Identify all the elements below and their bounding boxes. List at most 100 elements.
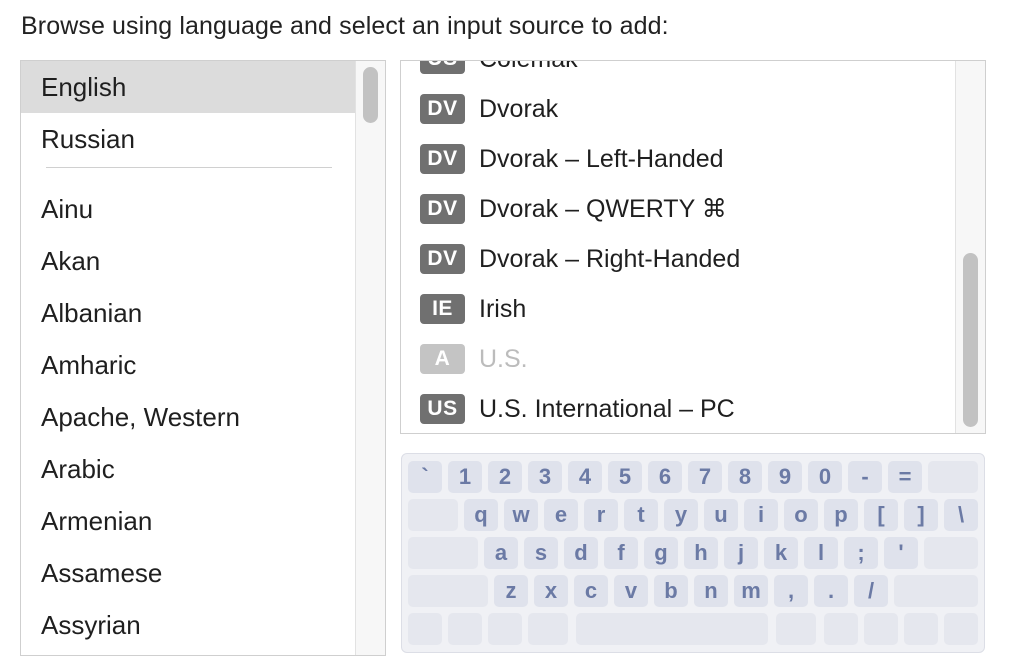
language-item-ainu[interactable]: Ainu [21,183,356,235]
keyboard-key: . [814,575,848,607]
keyboard-modifier-key [904,613,938,645]
keyboard-modifier-key [576,613,768,645]
keyboard-key: 2 [488,461,522,493]
keyboard-key: 0 [808,461,842,493]
keyboard-key: \ [944,499,978,531]
keyboard-modifier-key [528,613,568,645]
keyboard-key: j [724,537,758,569]
keyboard-key: , [774,575,808,607]
input-source-badge-icon: A [420,344,465,374]
keyboard-key: = [888,461,922,493]
keyboard-modifier-key [894,575,978,607]
keyboard-modifier-key [864,613,898,645]
input-source-list[interactable]: USColemakDVDvorakDVDvorak – Left-HandedD… [401,61,956,433]
keyboard-modifier-key [824,613,858,645]
input-source-label: Dvorak – Left-Handed [479,144,724,173]
keyboard-preview: ` 1 2 3 4 5 6 7 8 9 0- = q w e r t y u i o p[] \ a s d f g h j k l; ' z x c… [401,453,985,653]
input-source-badge-icon: DV [420,144,465,174]
keyboard-modifier-key [924,537,978,569]
language-list-panel[interactable]: English Russian Ainu Akan Albanian Amharic Apa… [20,60,386,656]
input-source-badge-icon: US [420,61,465,74]
input-source-badge-icon: DV [420,244,465,274]
keyboard-key: t [624,499,658,531]
language-item-albanian[interactable]: Albanian [21,287,356,339]
input-source-item[interactable]: US Colemak [401,61,956,84]
language-scroll-thumb[interactable] [363,67,378,123]
keyboard-key: / [854,575,888,607]
keyboard-key: 6 [648,461,682,493]
keyboard-key: k [764,537,798,569]
input-source-item[interactable]: DV Dvorak – Right-Handed [401,234,956,284]
input-source-item[interactable]: DV Dvorak [401,84,956,134]
input-source-label: Irish [479,294,527,323]
language-item-akan[interactable]: Akan [21,235,356,287]
language-item-arabic[interactable]: Arabic [21,443,356,495]
keyboard-modifier-key [408,499,458,531]
keyboard-key: ; [844,537,878,569]
input-source-badge-icon: DV [420,194,465,224]
keyboard-key: ' [884,537,918,569]
keyboard-key: c [574,575,608,607]
keyboard-key: u [704,499,738,531]
language-item-assyrian[interactable]: Assyrian [21,599,356,651]
keyboard-modifier-key [776,613,816,645]
keyboard-key: r [584,499,618,531]
input-source-list-panel[interactable]: USColemakDVDvorakDVDvorak – Left-HandedD… [400,60,986,434]
keyboard-key: p [824,499,858,531]
input-source-item[interactable]: DV Dvorak – Left-Handed [401,134,956,184]
keyboard-key: z [494,575,528,607]
language-separator [21,165,356,183]
input-source-label: U.S. [479,344,528,373]
language-item-apache-western[interactable]: Apache, Western [21,391,356,443]
keyboard-key: 4 [568,461,602,493]
keyboard-modifier-key [928,461,978,493]
input-source-badge-icon: IE [420,294,465,324]
input-source-badge-icon: US [420,394,465,424]
keyboard-key: w [504,499,538,531]
keyboard-key: 7 [688,461,722,493]
keyboard-key: 5 [608,461,642,493]
keyboard-key: g [644,537,678,569]
keyboard-key: ` [408,461,442,493]
keyboard-key: o [784,499,818,531]
input-source-item: A U.S. [401,334,956,384]
language-item-assamese[interactable]: Assamese [21,547,356,599]
keyboard-key: m [734,575,768,607]
keyboard-key: v [614,575,648,607]
input-source-badge-icon: DV [420,94,465,124]
input-source-item[interactable]: DV Dvorak – QWERTY ⌘ [401,184,956,234]
keyboard-key: - [848,461,882,493]
keyboard-modifier-key [944,613,978,645]
input-source-label: Dvorak – Right-Handed [479,244,741,273]
keyboard-modifier-key [408,537,478,569]
keyboard-modifier-key [448,613,482,645]
keyboard-key: 8 [728,461,762,493]
input-source-item[interactable]: IE Irish [401,284,956,334]
input-source-scroll-thumb[interactable] [963,253,978,427]
language-scrollbar[interactable] [355,61,385,655]
language-item-amharic[interactable]: Amharic [21,339,356,391]
input-source-label: Dvorak [479,94,559,123]
keyboard-key: y [664,499,698,531]
language-list[interactable]: English Russian Ainu Akan Albanian Amharic Apa… [21,61,356,651]
input-source-scrollbar[interactable] [955,61,985,433]
keyboard-key: 3 [528,461,562,493]
keyboard-key: l [804,537,838,569]
keyboard-modifier-key [408,575,488,607]
keyboard-key: i [744,499,778,531]
instruction-text: Browse using language and select an inpu… [21,12,669,40]
language-item-russian[interactable]: Russian [21,113,356,165]
input-source-item[interactable]: US U.S. International – PC [401,384,956,433]
keyboard-key: ] [904,499,938,531]
keyboard-modifier-key [408,613,442,645]
language-item-armenian[interactable]: Armenian [21,495,356,547]
keyboard-key: b [654,575,688,607]
input-source-label: U.S. International – PC [479,394,735,423]
language-item-english[interactable]: English [21,61,356,113]
keyboard-key: d [564,537,598,569]
input-source-label: Dvorak – QWERTY ⌘ [479,195,727,223]
keyboard-key: f [604,537,638,569]
keyboard-key: 1 [448,461,482,493]
keyboard-key: s [524,537,558,569]
keyboard-key: n [694,575,728,607]
